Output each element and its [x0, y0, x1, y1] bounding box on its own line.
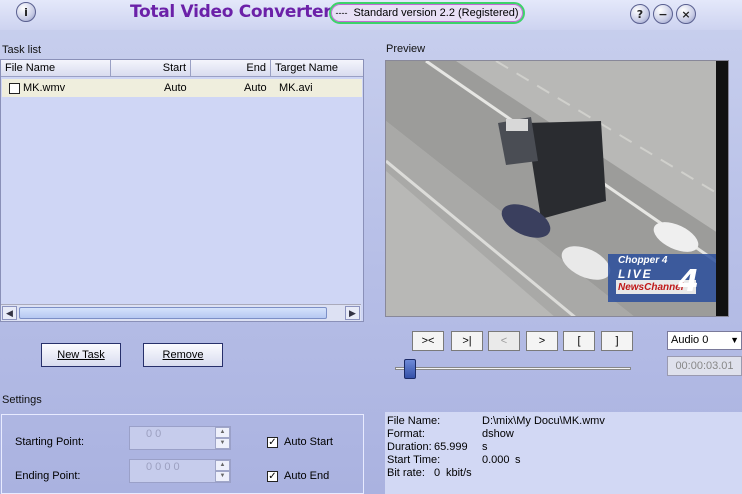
settings-label: Settings	[2, 394, 42, 406]
scroll-right-icon[interactable]: ▶	[345, 306, 360, 320]
column-header-target-name[interactable]: Target Name	[271, 60, 363, 77]
audio-track-select[interactable]: Audio 0 ▼	[667, 331, 742, 350]
video-preview: Chopper 4 LIVE NewsChannel 4	[385, 60, 729, 317]
time-display: 00:00:03.01	[667, 356, 742, 376]
row-end: Auto	[244, 82, 267, 94]
fit-button[interactable]: ><	[412, 331, 444, 351]
starting-point-spinner[interactable]: ▲ ▼	[215, 427, 230, 449]
version-badge: ---- Standard version 2.2 (Registered)	[329, 2, 525, 24]
info-start-time-unit: s	[515, 454, 521, 466]
info-format-label: Format:	[387, 428, 425, 440]
info-duration-label: Duration:	[387, 441, 432, 453]
overlay-live-text: LIVE	[618, 267, 653, 281]
step-forward-button[interactable]: >	[526, 331, 558, 351]
remove-button[interactable]: Remove	[143, 343, 223, 367]
spin-up-icon[interactable]: ▲	[215, 460, 230, 471]
info-file-name: D:\mix\My Docu\MK.wmv	[482, 415, 605, 427]
ending-point-field[interactable]: 0 0 0 0 ▲ ▼	[129, 459, 231, 483]
version-dash: ----	[335, 8, 348, 18]
info-start-time: 0.000	[482, 454, 510, 466]
ending-point-spinner[interactable]: ▲ ▼	[215, 460, 230, 482]
close-icon[interactable]: ×	[676, 4, 696, 24]
row-file-name: MK.wmv	[23, 82, 66, 94]
spin-down-icon[interactable]: ▼	[215, 438, 230, 449]
column-header-file-name[interactable]: File Name	[1, 60, 111, 77]
file-info-panel: File Name: D:\mix\My Docu\MK.wmv Format:…	[385, 412, 742, 494]
info-duration-unit: s	[482, 441, 488, 453]
preview-label: Preview	[386, 43, 426, 55]
table-row[interactable]: MK.wmv Auto Auto MK.avi	[2, 79, 362, 97]
info-file-name-label: File Name:	[387, 415, 441, 427]
go-end-button[interactable]: >|	[451, 331, 483, 351]
seek-slider-track[interactable]	[395, 367, 631, 370]
mark-out-button[interactable]: ]	[601, 331, 633, 351]
info-bitrate-unit: kbit/s	[446, 467, 472, 479]
app-title: Total Video Converter	[130, 2, 332, 22]
task-list[interactable]: File Name Start End Target Name MK.wmv A…	[0, 59, 364, 322]
auto-end-label: Auto End	[284, 470, 330, 482]
step-back-button[interactable]: <	[488, 331, 520, 351]
row-start: Auto	[164, 82, 187, 94]
ending-point-label: Ending Point:	[15, 470, 81, 482]
info-bitrate-label: Bit rate:	[387, 467, 425, 479]
starting-point-field[interactable]: 0 0 ▲ ▼	[129, 426, 231, 450]
chevron-down-icon[interactable]: ▼	[730, 332, 739, 349]
info-duration: 65.999	[434, 441, 468, 453]
overlay-chopper-text: Chopper 4	[618, 255, 668, 266]
ending-point-value: 0 0 0 0	[146, 461, 180, 473]
column-header-start[interactable]: Start	[111, 60, 191, 77]
minimize-icon[interactable]: −	[653, 4, 673, 24]
starting-point-value: 0 0	[146, 428, 162, 440]
starting-point-label: Starting Point:	[15, 436, 85, 448]
mark-in-button[interactable]: [	[563, 331, 595, 351]
auto-end-checkbox[interactable]: ✓	[267, 471, 278, 482]
overlay-channel-text: NewsChannel	[618, 282, 684, 293]
tasklist-label: Task list	[2, 44, 42, 56]
help-icon[interactable]: ?	[630, 4, 650, 24]
row-checkbox[interactable]	[9, 83, 20, 94]
info-start-time-label: Start Time:	[387, 454, 441, 466]
overlay-channel-number: 4	[678, 264, 699, 299]
info-icon[interactable]: i	[16, 2, 36, 22]
row-target-name: MK.avi	[279, 82, 313, 94]
spin-down-icon[interactable]: ▼	[215, 471, 230, 482]
spin-up-icon[interactable]: ▲	[215, 427, 230, 438]
scroll-thumb[interactable]	[19, 307, 327, 319]
scroll-left-icon[interactable]: ◀	[2, 306, 17, 320]
new-task-button[interactable]: New Task	[41, 343, 121, 367]
auto-start-label: Auto Start	[284, 436, 333, 448]
column-header-end[interactable]: End	[191, 60, 271, 77]
auto-start-checkbox[interactable]: ✓	[267, 437, 278, 448]
info-format: dshow	[482, 428, 514, 440]
info-bitrate: 0	[434, 467, 441, 479]
seek-slider-thumb[interactable]	[403, 359, 416, 379]
version-text: Standard version 2.2 (Registered)	[353, 7, 519, 19]
audio-track-value: Audio 0	[671, 334, 709, 346]
horizontal-scrollbar[interactable]: ◀ ▶	[1, 304, 361, 321]
settings-panel: Starting Point: 0 0 ▲ ▼ ✓ Auto Start End…	[1, 414, 364, 494]
